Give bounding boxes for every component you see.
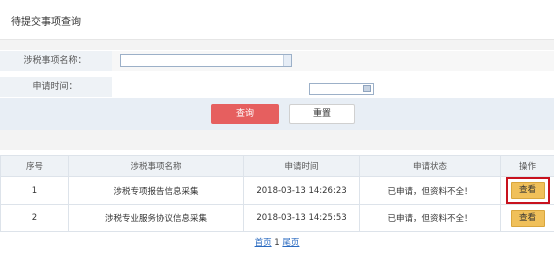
- row-time: 2018-03-13 14:26:23: [243, 176, 360, 205]
- form-row-date: 申请时间：: [0, 77, 554, 97]
- query-button[interactable]: 查询: [211, 104, 279, 124]
- calendar-icon[interactable]: [363, 85, 371, 92]
- view-button[interactable]: 查看: [510, 182, 545, 199]
- row-status: 已申请，但资料不全！: [359, 176, 501, 205]
- col-header-index: 序号: [0, 155, 69, 177]
- view-button[interactable]: 查看: [510, 209, 545, 227]
- row-index: 2: [0, 204, 69, 232]
- row-action: 查看: [500, 204, 554, 232]
- pager-first-link[interactable]: 首页: [255, 238, 272, 248]
- input-end-cap: [283, 55, 291, 66]
- name-label: 涉税事项名称：: [23, 56, 87, 66]
- view-button-highlight: 查看: [505, 177, 550, 204]
- table-row: 2 涉税专业服务协议信息采集 2018-03-13 14:25:53 已申请，但…: [0, 204, 554, 232]
- col-header-action: 操作: [500, 155, 554, 177]
- form-row-name: 涉税事项名称：: [0, 51, 554, 71]
- row-index: 1: [0, 176, 69, 205]
- page-title: 待提交事项查询: [11, 17, 81, 28]
- table-header-row: 序号 涉税事项名称 申请时间 申请状态 操作: [0, 155, 554, 177]
- pager-current: 1: [274, 238, 280, 248]
- matter-name-input[interactable]: [120, 54, 292, 67]
- col-header-status: 申请状态: [359, 155, 501, 177]
- col-header-name: 涉税事项名称: [68, 155, 244, 177]
- apply-date-input[interactable]: [309, 83, 374, 95]
- pager-last-link[interactable]: 尾页: [282, 238, 299, 248]
- results-table: 序号 涉税事项名称 申请时间 申请状态 操作 1 涉税专项报告信息采集 2018…: [0, 155, 554, 232]
- row-status: 已申请，但资料不全！: [359, 204, 501, 232]
- row-name: 涉税专项报告信息采集: [68, 176, 244, 205]
- row-time: 2018-03-13 14:25:53: [243, 204, 360, 232]
- reset-button[interactable]: 重置: [289, 104, 355, 124]
- row-action: 查看: [500, 176, 554, 205]
- date-label: 申请时间：: [32, 82, 78, 92]
- pagination: 首页 1 尾页: [0, 236, 554, 248]
- row-name: 涉税专业服务协议信息采集: [68, 204, 244, 232]
- table-row: 1 涉税专项报告信息采集 2018-03-13 14:26:23 已申请，但资料…: [0, 176, 554, 205]
- col-header-time: 申请时间: [243, 155, 360, 177]
- page-header: 待提交事项查询: [0, 0, 554, 40]
